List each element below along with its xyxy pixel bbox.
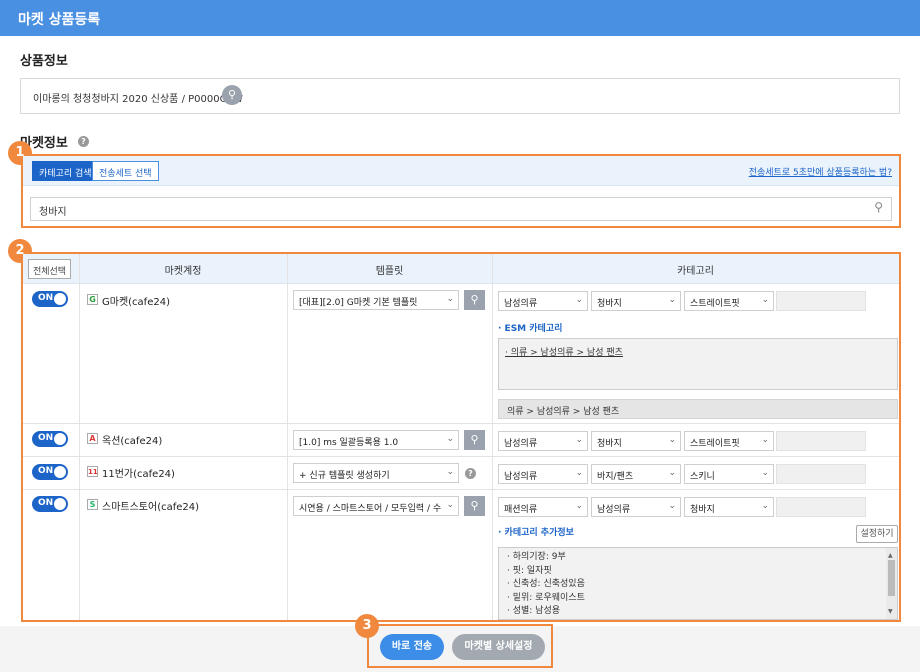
list-item: · 밑위: 로우웨이스트 <box>507 592 585 603</box>
list-item: · 하의기장: 9부 <box>507 552 566 562</box>
chevron-down-icon: ⌄ <box>446 434 454 444</box>
template-select[interactable]: + 신규 템플릿 생성하기 ⌄ <box>293 463 459 483</box>
category-select-2[interactable]: 청바지 ⌄ <box>591 431 681 451</box>
tab-transfer-set[interactable]: 전송세트 선택 <box>92 161 159 181</box>
category-select-1[interactable]: 남성의류 ⌄ <box>498 431 588 451</box>
chevron-down-icon: ⌄ <box>446 500 454 510</box>
market-toggle[interactable]: ON <box>32 291 68 307</box>
market-toggle[interactable]: ON <box>32 464 68 480</box>
col-divider <box>287 254 288 620</box>
market-name: 11번가(cafe24) <box>102 469 175 480</box>
auction-icon: A <box>87 433 98 444</box>
col-category: 카테고리 <box>677 266 714 277</box>
esm-category-box: · 의류 > 남성의류 > 남성 팬츠 <box>498 338 898 390</box>
category-select-1[interactable]: 남성의류 ⌄ <box>498 464 588 484</box>
category-select-3[interactable]: 청바지 ⌄ <box>684 497 774 517</box>
send-now-button[interactable]: 바로 전송 <box>380 634 444 660</box>
category-select-3[interactable]: 스트레이트핏 ⌄ <box>684 291 774 311</box>
help-icon[interactable]: ? <box>465 468 476 479</box>
select-all-button[interactable]: 전체선택 <box>28 259 71 279</box>
guide-link[interactable]: 전송세트로 5초만에 상품등록하는 법? <box>749 165 892 178</box>
template-select[interactable]: [대표][2.0] G마켓 기본 템플릿 ⌄ <box>293 290 459 310</box>
help-icon[interactable]: ? <box>78 136 89 147</box>
smartstore-icon: S <box>87 499 98 510</box>
category-select-4[interactable] <box>776 291 866 311</box>
market-name: 옥션(cafe24) <box>102 436 163 447</box>
category-select-4[interactable] <box>776 497 866 517</box>
gmarket-icon: G <box>87 294 98 305</box>
category-select-1[interactable]: 남성의류 ⌄ <box>498 291 588 311</box>
chevron-down-icon: ⌄ <box>575 468 583 478</box>
list-item: · 신축성: 신축성있음 <box>507 579 585 589</box>
market-name: 스마트스토어(cafe24) <box>102 502 200 513</box>
row-divider <box>23 423 899 424</box>
esm-category-path[interactable]: · 의류 > 남성의류 > 남성 팬츠 <box>505 348 623 358</box>
chevron-down-icon: ⌄ <box>575 295 583 305</box>
table-header: 전체선택 마켓계정 템플릿 카테고리 <box>23 254 899 284</box>
market-toggle[interactable]: ON <box>32 431 68 447</box>
template-search-icon[interactable]: ⚲ <box>464 290 485 310</box>
category-select-4[interactable] <box>776 464 866 484</box>
product-text: 이마롱의 청청청바지 2020 신상품 / P0000OYW <box>33 94 243 105</box>
category-select-3[interactable]: 스키니 ⌄ <box>684 464 774 484</box>
chevron-down-icon: ⌄ <box>446 467 454 477</box>
product-info-box: 이마롱의 청청청바지 2020 신상품 / P0000OYW <box>20 78 900 114</box>
col-divider <box>79 254 80 620</box>
category-select-4[interactable] <box>776 431 866 451</box>
chevron-down-icon: ⌄ <box>761 435 769 445</box>
product-search-icon[interactable]: ⚲ <box>222 85 242 105</box>
extra-info-title: · 카테고리 추가정보 <box>498 528 574 538</box>
category-select-3[interactable]: 스트레이트핏 ⌄ <box>684 431 774 451</box>
page-header: 마켓 상품등록 <box>0 0 920 36</box>
step-badge-3: 3 <box>355 614 379 638</box>
category-select-2[interactable]: 바지/팬츠 ⌄ <box>591 464 681 484</box>
category-search-value: 청바지 <box>39 207 67 218</box>
page-title: 마켓 상품등록 <box>18 12 101 28</box>
template-search-icon[interactable]: ⚲ <box>464 496 485 516</box>
col-market-account: 마켓계정 <box>164 266 202 277</box>
category-select-2[interactable]: 청바지 ⌄ <box>591 291 681 311</box>
settings-button[interactable]: 설정하기 <box>856 525 898 543</box>
scroll-down-icon: ▼ <box>888 607 893 615</box>
col-template: 템플릿 <box>375 266 404 277</box>
chevron-down-icon: ⌄ <box>668 435 676 445</box>
chevron-down-icon: ⌄ <box>668 501 676 511</box>
market-toggle[interactable]: ON <box>32 496 68 512</box>
chevron-down-icon: ⌄ <box>761 295 769 305</box>
scroll-thumb[interactable] <box>888 560 895 596</box>
category-search-input[interactable]: 청바지 ⚲ <box>30 197 892 221</box>
product-info-title: 상품정보 <box>20 54 68 69</box>
market-name: G마켓(cafe24) <box>102 297 170 308</box>
row-divider <box>23 489 899 490</box>
tab-category-search[interactable]: 카테고리 검색 <box>32 161 99 181</box>
chevron-down-icon: ⌄ <box>761 501 769 511</box>
chevron-down-icon: ⌄ <box>668 468 676 478</box>
extra-info-list: · 하의기장: 9부 · 핏: 일자핏 · 신축성: 신축성있음 · 밑위: 로… <box>498 547 898 620</box>
col-divider <box>492 254 493 620</box>
chevron-down-icon: ⌄ <box>668 295 676 305</box>
template-select[interactable]: 시연용 / 스마트스토어 / 모두입력 / 수 ⌄ <box>293 496 459 516</box>
esm-category-title: · ESM 카테고리 <box>498 324 563 334</box>
11st-icon: 11 <box>87 466 98 477</box>
scrollbar[interactable]: ▲ ▼ <box>886 548 897 619</box>
chevron-down-icon: ⌄ <box>446 294 454 304</box>
template-search-icon[interactable]: ⚲ <box>464 430 485 450</box>
chevron-down-icon: ⌄ <box>761 468 769 478</box>
chevron-down-icon: ⌄ <box>575 501 583 511</box>
search-icon[interactable]: ⚲ <box>874 200 883 214</box>
market-tab-bar: 카테고리 검색 전송세트 선택 전송세트로 5초만에 상품등록하는 법? <box>23 156 899 186</box>
template-select[interactable]: [1.0] ms 일괄등록용 1.0 ⌄ <box>293 430 459 450</box>
category-select-1[interactable]: 패션의류 ⌄ <box>498 497 588 517</box>
chevron-down-icon: ⌄ <box>575 435 583 445</box>
market-table: 전체선택 마켓계정 템플릿 카테고리 ON G G마켓(cafe24) [대표]… <box>23 254 899 620</box>
category-select-2[interactable]: 남성의류 ⌄ <box>591 497 681 517</box>
list-item: · 성별: 남성용 <box>507 606 561 616</box>
list-item: · 핏: 일자핏 <box>507 565 552 576</box>
market-detail-settings-button[interactable]: 마켓별 상세설정 <box>452 634 545 660</box>
row-divider <box>23 456 899 457</box>
selected-category-path: 의류 > 남성의류 > 남성 팬츠 <box>498 399 898 419</box>
